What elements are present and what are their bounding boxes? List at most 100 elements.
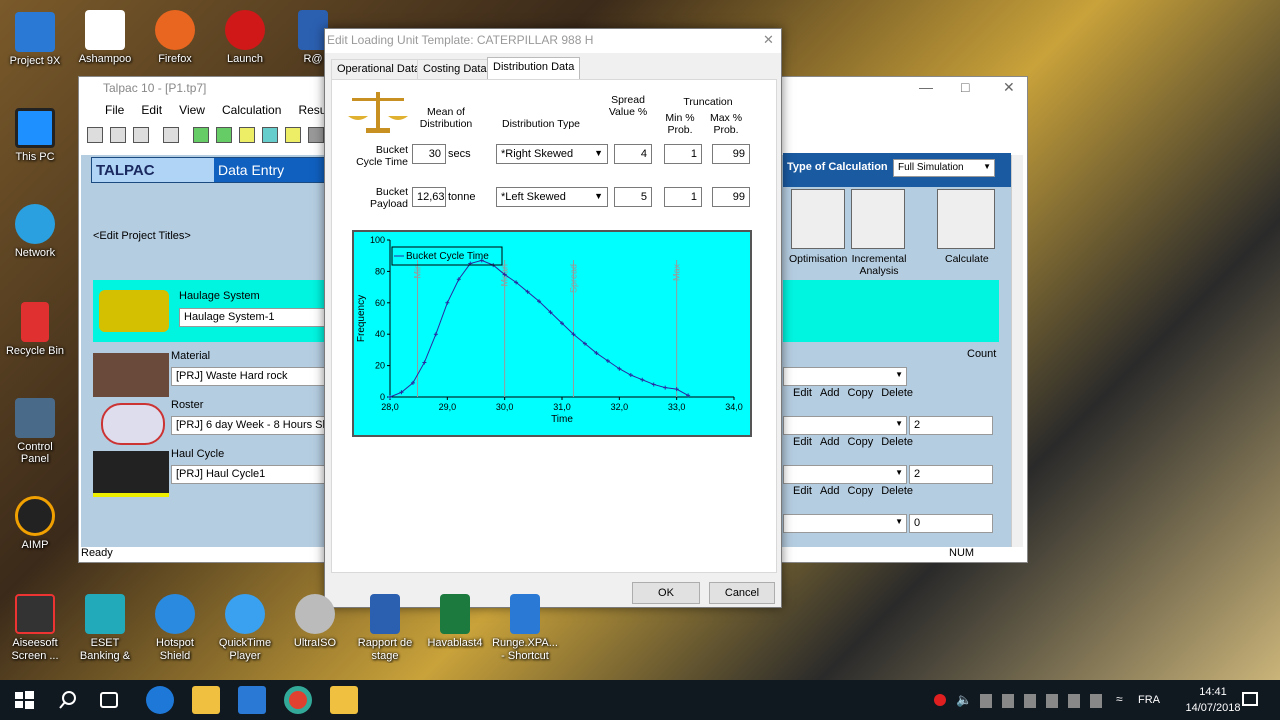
tab-operational-data[interactable]: Operational Data bbox=[331, 59, 427, 79]
count-field-1[interactable]: 2 bbox=[909, 416, 993, 435]
extra-dropdown-right[interactable]: ▼ bbox=[783, 514, 907, 533]
mean-cycle-time-input[interactable]: 30 bbox=[412, 144, 446, 164]
type-payload-select[interactable]: *Left Skewed ▼ bbox=[496, 187, 608, 207]
max-payload-input[interactable]: 99 bbox=[712, 187, 750, 207]
ok-button[interactable]: OK bbox=[632, 582, 700, 604]
tool-icon[interactable] bbox=[285, 127, 301, 143]
desktop-icon-runge[interactable]: Runge.XPA... - Shortcut bbox=[490, 594, 560, 663]
copy-link[interactable]: Copy bbox=[848, 387, 874, 399]
type-of-calc-select[interactable]: Full Simulation ▼ bbox=[893, 159, 995, 177]
haul-dropdown-right[interactable]: ▼ bbox=[783, 465, 907, 484]
haul-cycle-field[interactable]: [PRJ] Haul Cycle1 bbox=[171, 465, 325, 484]
optimisation-button[interactable] bbox=[791, 189, 845, 249]
desktop-icon-rapport[interactable]: Rapport de stage bbox=[350, 594, 420, 663]
volume-icon[interactable]: 🔈 bbox=[956, 692, 972, 708]
desktop-icon-quicktime[interactable]: QuickTime Player bbox=[210, 594, 280, 663]
desktop-icon-project9x[interactable]: Project 9X bbox=[0, 12, 70, 67]
material-field[interactable]: [PRJ] Waste Hard rock bbox=[171, 367, 325, 386]
preview-icon[interactable] bbox=[133, 127, 149, 143]
chrome-icon[interactable] bbox=[284, 686, 312, 714]
count-field-2[interactable]: 2 bbox=[909, 465, 993, 484]
desktop-icon-this-pc[interactable]: This PC bbox=[0, 108, 70, 163]
menu-calculation[interactable]: Calculation bbox=[222, 103, 281, 117]
desktop-icon-aiseesoft[interactable]: Aiseesoft Screen ... bbox=[0, 594, 70, 663]
close-icon[interactable]: ✕ bbox=[1003, 79, 1015, 96]
edit-link[interactable]: Edit bbox=[793, 436, 812, 448]
roster-dropdown-right[interactable]: ▼ bbox=[783, 416, 907, 435]
desktop-icon-launch[interactable]: Launch bbox=[210, 10, 280, 65]
print-icon[interactable] bbox=[110, 127, 126, 143]
desktop-icon-firefox[interactable]: Firefox bbox=[140, 10, 210, 65]
add-link[interactable]: Add bbox=[820, 436, 840, 448]
max-cycle-time-input[interactable]: 99 bbox=[712, 144, 750, 164]
mean-payload-input[interactable]: 12,63 bbox=[412, 187, 446, 207]
min-payload-input[interactable]: 1 bbox=[664, 187, 702, 207]
tool-icon[interactable] bbox=[163, 127, 179, 143]
tool-icon[interactable] bbox=[308, 127, 324, 143]
language-indicator[interactable]: FRA bbox=[1138, 694, 1160, 706]
desktop-icon-eset[interactable]: ESET Banking & Payment... bbox=[70, 594, 140, 663]
file-explorer-icon[interactable] bbox=[192, 686, 220, 714]
desktop-icon-network[interactable]: Network bbox=[0, 204, 70, 259]
menu-file[interactable]: File bbox=[105, 103, 124, 117]
incremental-button[interactable] bbox=[851, 189, 905, 249]
notification-icon[interactable] bbox=[1242, 692, 1258, 706]
desktop-icon-aimp[interactable]: AIMP bbox=[0, 496, 70, 551]
clock-time[interactable]: 14:41 bbox=[1184, 686, 1242, 698]
talpac-taskbar-icon[interactable] bbox=[330, 686, 358, 714]
start-button[interactable] bbox=[10, 686, 38, 714]
dialog-close-icon[interactable]: ✕ bbox=[763, 32, 774, 48]
clock-date[interactable]: 14/07/2018 bbox=[1182, 702, 1244, 714]
status-num: NUM bbox=[949, 547, 975, 559]
copy-link[interactable]: Copy bbox=[848, 485, 874, 497]
copy-link[interactable]: Copy bbox=[848, 436, 874, 448]
maximize-icon[interactable]: □ bbox=[961, 79, 969, 95]
x-tick-label: 29,0 bbox=[439, 402, 457, 412]
store-icon[interactable] bbox=[238, 686, 266, 714]
spread-cycle-time-input[interactable]: 4 bbox=[614, 144, 652, 164]
menu-view[interactable]: View bbox=[179, 103, 205, 117]
edit-project-titles[interactable]: <Edit Project Titles> bbox=[93, 230, 191, 242]
material-dropdown-right[interactable]: ▼ bbox=[783, 367, 907, 386]
tool-icon[interactable] bbox=[216, 127, 232, 143]
save-icon[interactable] bbox=[87, 127, 103, 143]
task-view-icon[interactable] bbox=[100, 692, 118, 708]
delete-link[interactable]: Delete bbox=[881, 485, 913, 497]
min-cycle-time-input[interactable]: 1 bbox=[664, 144, 702, 164]
add-link[interactable]: Add bbox=[820, 387, 840, 399]
type-cycle-time-select[interactable]: *Right Skewed ▼ bbox=[496, 144, 608, 164]
edit-link[interactable]: Edit bbox=[793, 387, 812, 399]
edit-link[interactable]: Edit bbox=[793, 485, 812, 497]
haulage-system-field[interactable]: Haulage System-1 bbox=[179, 308, 325, 327]
roster-field[interactable]: [PRJ] 6 day Week - 8 Hours Shifts bbox=[171, 416, 325, 435]
desktop-icon-recycle-bin[interactable]: Recycle Bin bbox=[0, 302, 70, 357]
delete-link[interactable]: Delete bbox=[881, 387, 913, 399]
x-tick-label: 30,0 bbox=[496, 402, 514, 412]
tab-distribution-data[interactable]: Distribution Data bbox=[487, 57, 581, 79]
vertical-scrollbar[interactable] bbox=[1011, 155, 1023, 547]
desktop-icon-ashampoo[interactable]: Ashampoo bbox=[70, 10, 140, 65]
material-links: Edit Add Copy Delete bbox=[793, 387, 921, 399]
record-icon[interactable] bbox=[934, 694, 946, 706]
menu-edit[interactable]: Edit bbox=[141, 103, 162, 117]
minimize-icon[interactable]: — bbox=[919, 79, 933, 95]
spread-payload-input[interactable]: 5 bbox=[614, 187, 652, 207]
tool-icon[interactable] bbox=[262, 127, 278, 143]
wifi-icon[interactable]: ≈ bbox=[1116, 692, 1123, 706]
tool-icon[interactable] bbox=[239, 127, 255, 143]
count-field-3[interactable]: 0 bbox=[909, 514, 993, 533]
desktop-icon-havablast[interactable]: Havablast4 bbox=[420, 594, 490, 649]
desktop-icon-control-panel[interactable]: Control Panel bbox=[0, 398, 70, 465]
add-link[interactable]: Add bbox=[820, 485, 840, 497]
cancel-button[interactable]: Cancel bbox=[709, 582, 775, 604]
edge-icon[interactable] bbox=[146, 686, 174, 714]
tool-icon[interactable] bbox=[193, 127, 209, 143]
tab-costing-data[interactable]: Costing Data bbox=[417, 59, 493, 79]
desktop-icon-hotspot-shield[interactable]: Hotspot Shield bbox=[140, 594, 210, 663]
calculate-button[interactable] bbox=[937, 189, 995, 249]
y-tick-label: 0 bbox=[380, 392, 385, 402]
delete-link[interactable]: Delete bbox=[881, 436, 913, 448]
desktop-icon-ultraiso[interactable]: UltraISO bbox=[280, 594, 350, 649]
tray-icons[interactable] bbox=[980, 694, 1110, 708]
search-icon[interactable] bbox=[54, 686, 82, 714]
